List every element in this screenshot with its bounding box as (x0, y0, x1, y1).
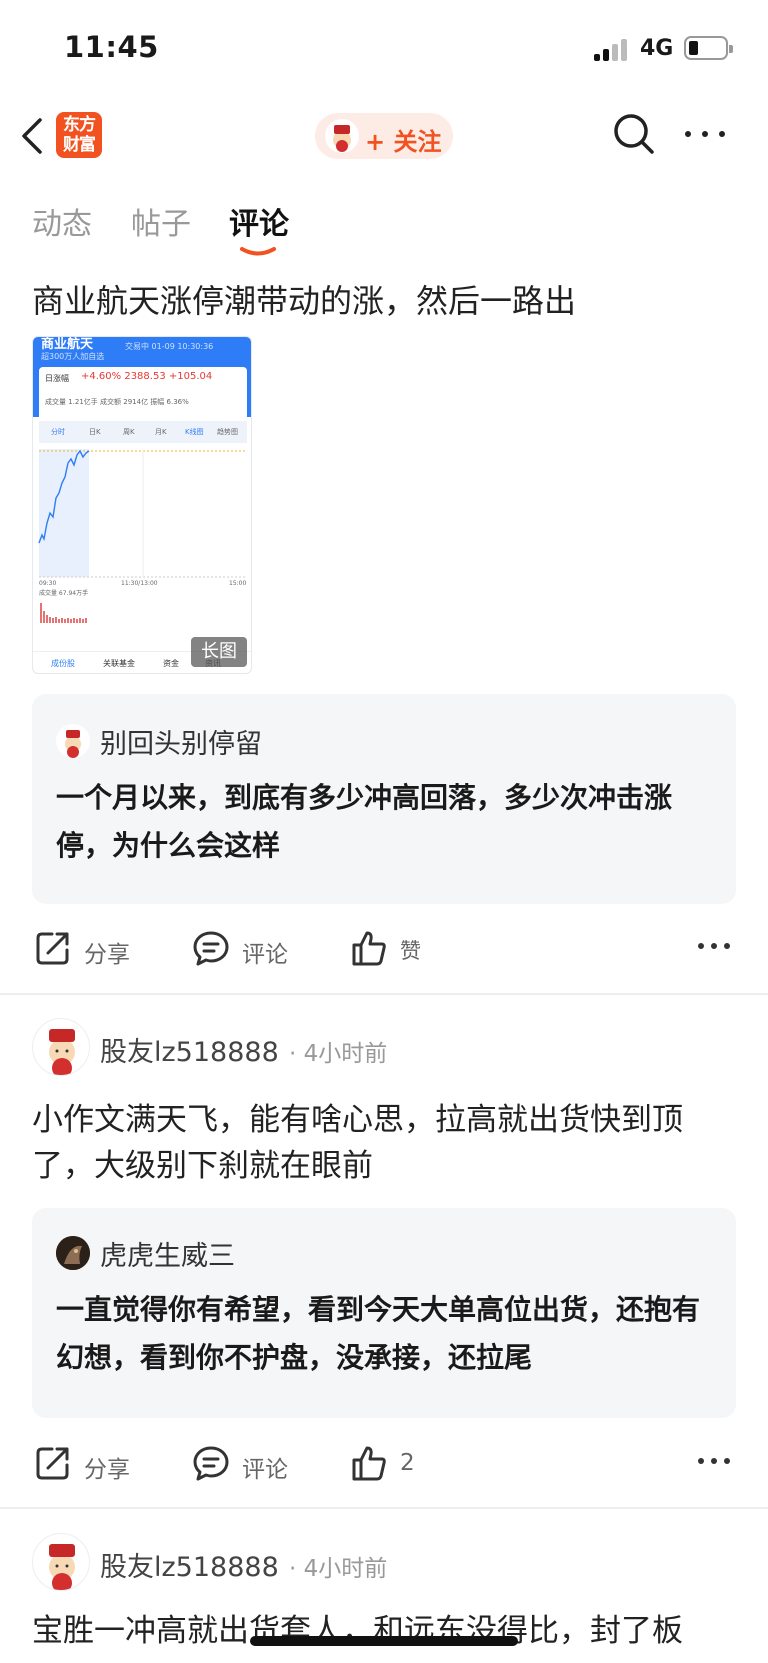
share-icon (36, 932, 69, 965)
share-button[interactable]: 分享 (34, 929, 144, 969)
caishen-avatar-icon (56, 724, 90, 758)
thumb-chart-tabs: 分时 日K 周K 月K K线图 趋势图 (39, 421, 247, 443)
share-icon (36, 1447, 69, 1480)
follow-label: + 关注 (365, 128, 442, 156)
divider (0, 993, 768, 995)
thumb-time-axis-mid: 11:30/13:00 (121, 580, 158, 587)
comment-label: 评论 (242, 942, 288, 968)
tab-dynamics[interactable]: 动态 (32, 199, 92, 243)
thumb-time-axis-end: 15:00 (229, 580, 246, 587)
thumb-footer-item: 资金 (163, 659, 179, 668)
post-action-bar: 分享 评论 赞 (0, 915, 768, 985)
active-tab-indicator (240, 241, 276, 256)
comment-label: 评论 (242, 1457, 288, 1483)
quoted-user-name[interactable]: 别回头别停留 (100, 722, 262, 761)
thumb-chip: 超300万人加自选 (41, 352, 105, 361)
long-image-badge: 长图 (191, 637, 247, 667)
home-indicator (250, 1636, 518, 1646)
search-icon[interactable] (610, 110, 658, 158)
like-icon (352, 1446, 386, 1481)
quoted-user-name[interactable]: 虎虎生威三 (100, 1234, 235, 1273)
divider (0, 1507, 768, 1509)
like-count: 2 (400, 1450, 415, 1476)
comment-time: · 4小时前 (289, 1041, 388, 1067)
comment-text[interactable]: 宝胜一冲高就出货套人，和远东没得比，封了板 (32, 1608, 738, 1654)
network-type: 4G (640, 36, 674, 61)
more-icon[interactable] (680, 110, 730, 158)
comment-time: · 4小时前 (289, 1556, 388, 1582)
tab-comments[interactable]: 评论 (229, 199, 289, 243)
status-bar: 11:45 4G (0, 0, 768, 100)
more-icon[interactable] (696, 937, 732, 949)
like-icon (352, 931, 386, 966)
comment-action-bar: 分享 评论 2 (0, 1430, 768, 1500)
logo-line-2: 财富 (63, 135, 96, 155)
cell-signal-icon (594, 37, 628, 61)
tab-posts[interactable]: 帖子 (131, 199, 191, 243)
comment-user-name[interactable]: 股友lz518888 (100, 1545, 279, 1584)
comment-header: 股友lz518888 · 4小时前 (32, 1018, 732, 1078)
top-nav-bar: 东方 财富 + 关注 (0, 100, 768, 180)
thumb-header-title: 商业航天 (41, 337, 94, 352)
comment-header: 股友lz518888 · 4小时前 (32, 1533, 732, 1593)
back-arrow-icon[interactable] (18, 114, 48, 158)
thumb-quote-card: 日涨幅 +4.60% 2388.53 +105.04 成交量 1.21亿手 成交… (39, 367, 247, 427)
thumb-change-value: +4.60% 2388.53 +105.04 (81, 371, 213, 382)
follow-button[interactable]: + 关注 (315, 113, 453, 159)
thumb-tab: K线图 (185, 428, 204, 436)
comment-button[interactable]: 评论 (192, 1444, 302, 1484)
more-icon[interactable] (696, 1452, 732, 1464)
caishen-avatar-icon[interactable] (32, 1533, 90, 1591)
comment-button[interactable]: 评论 (192, 929, 302, 969)
thumb-intraday-chart: 09:30 11:30/13:00 15:00 成交量 67.94万手 (38, 449, 247, 623)
caishen-avatar-icon[interactable] (32, 1018, 90, 1076)
quoted-comment[interactable]: 别回头别停留 一个月以来，到底有多少冲高回落，多少次冲击涨停，为什么会这样 (32, 694, 736, 904)
thumb-tab: 月K (155, 428, 167, 436)
thumb-volume-line: 成交量 1.21亿手 成交额 2914亿 振幅 6.36% (45, 398, 189, 406)
comment-icon (193, 1446, 229, 1481)
quoted-comment-text: 一个月以来，到底有多少冲高回落，多少次冲击涨停，为什么会这样 (56, 781, 673, 862)
share-label: 分享 (84, 1457, 130, 1483)
thumb-header-sub: 交易中 01-09 10:30:36 (125, 342, 214, 351)
comment-text[interactable]: 小作文满天飞，能有啥心思，拉高就出货快到顶了，大级别下刹就在眼前 (32, 1097, 738, 1189)
thumb-tab: 周K (123, 428, 135, 436)
thumb-tab: 日K (89, 428, 101, 436)
status-time: 11:45 (64, 30, 159, 64)
like-button[interactable]: 2 (350, 1444, 440, 1484)
quoted-comment-text: 一直觉得你有希望，看到今天大单高位出货，还抱有幻想，看到你不护盘，没承接，还拉尾 (56, 1293, 701, 1374)
post-image-thumbnail[interactable]: 商业航天 交易中 01-09 10:30:36 超300万人加自选 日涨幅 +4… (32, 336, 252, 674)
thumb-tab: 分时 (51, 428, 65, 436)
post-title[interactable]: 商业航天涨停潮带动的涨，然后一路出 (32, 276, 576, 322)
battery-icon (684, 36, 733, 60)
tiger-avatar-icon (56, 1236, 90, 1270)
thumb-time-axis-start: 09:30 (39, 580, 56, 587)
comment-icon (193, 931, 229, 966)
thumb-tab: 趋势图 (217, 428, 238, 436)
share-button[interactable]: 分享 (34, 1444, 144, 1484)
comment-user-name[interactable]: 股友lz518888 (100, 1030, 279, 1069)
like-label: 赞 (400, 939, 421, 963)
thumb-footer-item: 成份股 (51, 659, 75, 668)
thumb-volume-label: 成交量 67.94万手 (39, 589, 88, 597)
profile-tabs: 动态 帖子 评论 (0, 185, 768, 256)
app-logo[interactable]: 东方 财富 (56, 112, 102, 158)
caishen-avatar-icon (325, 119, 359, 153)
like-button[interactable]: 赞 (350, 929, 440, 969)
quoted-comment[interactable]: 虎虎生威三 一直觉得你有希望，看到今天大单高位出货，还抱有幻想，看到你不护盘，没… (32, 1208, 736, 1418)
share-label: 分享 (84, 942, 130, 968)
logo-line-1: 东方 (63, 115, 96, 135)
thumb-change-label: 日涨幅 (45, 374, 69, 383)
thumb-footer-item: 关联基金 (103, 659, 135, 668)
